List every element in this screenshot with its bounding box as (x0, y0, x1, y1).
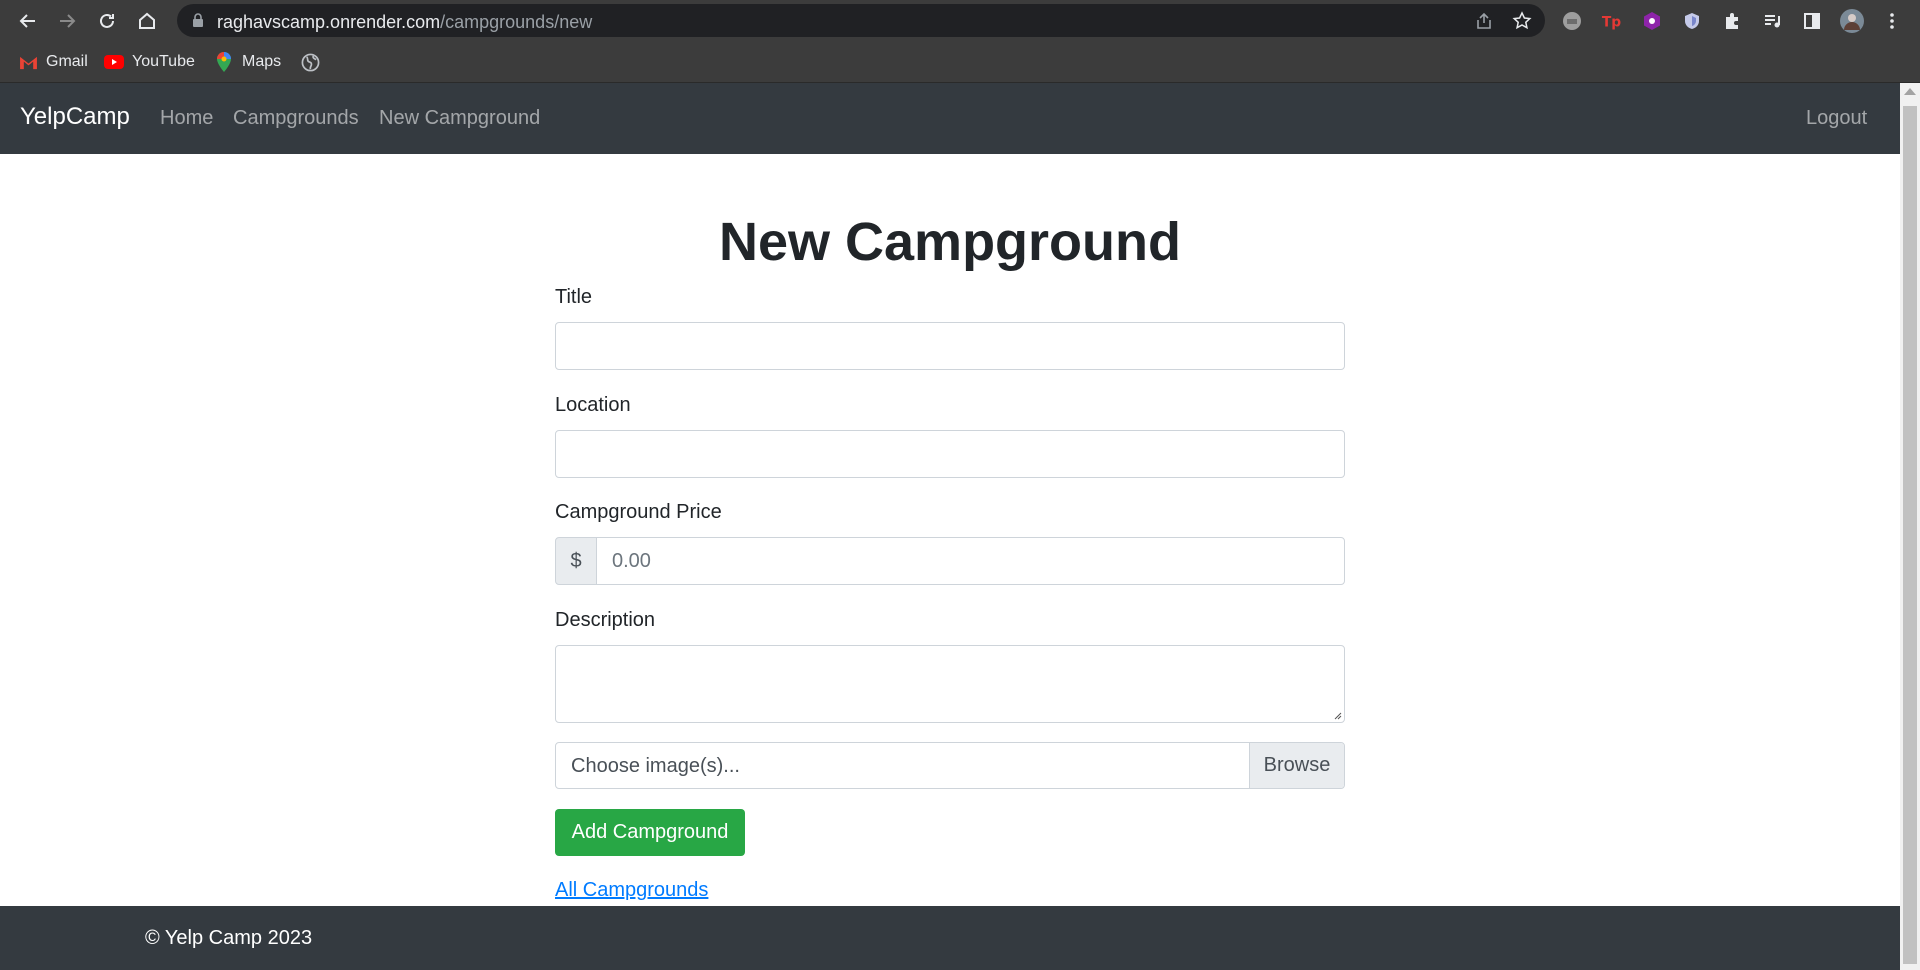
bookmark-youtube[interactable]: YouTube (104, 51, 195, 73)
home-icon[interactable] (133, 7, 161, 35)
extension-gray-icon[interactable] (1560, 9, 1584, 33)
location-label: Location (555, 394, 631, 416)
maps-icon (214, 52, 234, 72)
extension-shield-icon[interactable] (1680, 9, 1704, 33)
extension-tp-icon[interactable]: Tp (1600, 9, 1624, 33)
footer-copyright: © Yelp Camp 2023 (145, 927, 313, 949)
globe-icon (300, 52, 320, 72)
nav-home[interactable]: Home (160, 107, 213, 130)
scrollbar-thumb[interactable] (1903, 106, 1917, 964)
bookmark-star-icon[interactable] (1512, 11, 1532, 31)
url-text: raghavscamp.onrender.com/campgrounds/new (217, 12, 593, 32)
nav-logout[interactable]: Logout (1806, 107, 1867, 130)
youtube-icon (104, 52, 124, 72)
resize-grip-icon[interactable] (1332, 710, 1342, 720)
footer: © Yelp Camp 2023 (0, 906, 1900, 970)
price-label: Campground Price (555, 501, 722, 523)
description-label: Description (555, 609, 656, 631)
lock-icon (193, 13, 203, 27)
price-input[interactable]: 0.00 (596, 537, 1345, 585)
all-campgrounds-link[interactable]: All Campgrounds (555, 879, 708, 902)
image-file-input[interactable]: Choose image(s)... Browse (555, 742, 1345, 789)
file-input-label: Choose image(s)... (571, 755, 740, 777)
nav-campgrounds[interactable]: Campgrounds (233, 107, 359, 130)
bookmark-maps[interactable]: Maps (214, 51, 281, 73)
side-panel-icon[interactable] (1800, 9, 1824, 33)
price-input-group: $ 0.00 (555, 537, 1345, 585)
page-title: New Campground (718, 212, 1181, 272)
location-input[interactable] (555, 430, 1345, 478)
address-bar[interactable]: raghavscamp.onrender.com/campgrounds/new (177, 4, 1545, 37)
page-viewport: YelpCamp Home Campgrounds New Campground… (0, 83, 1900, 970)
title-label: Title (555, 286, 593, 308)
extension-purple-icon[interactable] (1640, 9, 1664, 33)
add-campground-button[interactable]: Add Campground (555, 809, 745, 856)
bookmarks-bar: Gmail YouTube Maps (0, 41, 1920, 83)
price-prefix: $ (555, 537, 597, 585)
media-queue-icon[interactable] (1760, 9, 1784, 33)
forward-icon[interactable] (53, 7, 81, 35)
title-input[interactable] (555, 322, 1345, 370)
brand-link[interactable]: YelpCamp (20, 103, 130, 131)
browser-toolbar: raghavscamp.onrender.com/campgrounds/new… (0, 0, 1920, 41)
svg-text:Tp: Tp (1602, 15, 1621, 31)
nav-new-campground[interactable]: New Campground (379, 107, 540, 130)
reload-icon[interactable] (93, 7, 121, 35)
back-icon[interactable] (14, 7, 42, 35)
chrome-menu-icon[interactable] (1880, 9, 1904, 33)
top-navbar: YelpCamp Home Campgrounds New Campground… (0, 83, 1900, 154)
extensions-puzzle-icon[interactable] (1720, 9, 1744, 33)
bookmark-globe[interactable] (300, 51, 320, 73)
bookmark-gmail[interactable]: Gmail (18, 51, 88, 73)
description-textarea[interactable] (555, 645, 1345, 723)
browse-button[interactable]: Browse (1249, 743, 1344, 788)
share-icon[interactable] (1474, 11, 1494, 31)
profile-avatar-icon[interactable] (1840, 9, 1864, 33)
scroll-up-arrow-icon[interactable] (1904, 88, 1916, 95)
price-placeholder: 0.00 (612, 550, 651, 572)
gmail-icon (18, 52, 38, 72)
